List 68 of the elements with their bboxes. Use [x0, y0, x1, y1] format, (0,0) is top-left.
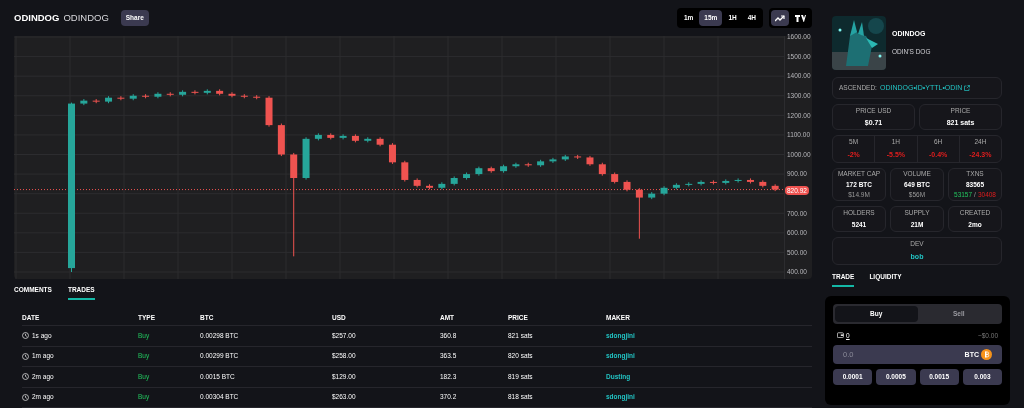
tv-logo-icon — [795, 14, 806, 22]
candle — [635, 187, 643, 240]
clock-icon — [22, 352, 29, 360]
bitcoin-coin-icon — [981, 349, 992, 361]
candle — [339, 134, 347, 141]
candle — [240, 93, 248, 100]
candle — [574, 154, 582, 160]
external-link-icon — [964, 85, 971, 91]
candle — [166, 91, 174, 98]
candle — [117, 95, 125, 101]
candle — [746, 178, 754, 185]
candle — [672, 183, 680, 191]
candle — [611, 172, 619, 185]
candle — [253, 94, 261, 101]
candle — [277, 123, 285, 157]
candle — [216, 89, 224, 97]
candle — [265, 95, 273, 128]
candle — [512, 162, 520, 169]
candle — [660, 186, 668, 196]
candle — [228, 91, 236, 99]
candle — [179, 90, 187, 98]
candle — [203, 89, 211, 96]
candle — [401, 160, 409, 183]
candle — [92, 98, 100, 104]
candle — [685, 182, 693, 188]
candle — [80, 98, 88, 106]
chart-type-button[interactable] — [771, 10, 789, 26]
candle — [524, 162, 532, 168]
candle — [142, 93, 150, 100]
candle — [376, 137, 384, 148]
candle — [537, 159, 545, 168]
candle — [327, 133, 335, 141]
token-ticker: ODINDOG — [14, 11, 60, 25]
candle — [549, 157, 557, 164]
clock-icon — [22, 393, 29, 401]
candle — [105, 95, 113, 104]
wallet-icon — [837, 332, 844, 339]
candle — [648, 191, 656, 200]
candle — [586, 155, 594, 167]
clock-icon — [22, 332, 29, 340]
candle — [302, 137, 310, 181]
candle — [413, 178, 421, 189]
candle — [722, 179, 730, 186]
candle — [314, 133, 322, 142]
candle — [191, 90, 199, 96]
candle — [388, 142, 396, 165]
candle — [487, 166, 495, 174]
candle — [426, 184, 433, 191]
candle — [771, 184, 779, 192]
candle — [623, 180, 631, 193]
candle — [734, 178, 742, 184]
token-name: ODINDOG — [63, 11, 109, 25]
candle — [450, 176, 458, 187]
candle — [759, 180, 767, 189]
candle — [364, 137, 372, 144]
candle — [475, 166, 483, 177]
candle — [129, 93, 137, 101]
candle — [500, 164, 508, 174]
trend-line-icon — [775, 14, 785, 22]
candle — [463, 172, 471, 181]
candle — [351, 134, 359, 144]
candle — [561, 154, 569, 162]
candle — [598, 162, 606, 177]
candle — [438, 182, 446, 191]
candle — [154, 91, 162, 100]
candle — [697, 180, 705, 187]
clock-icon — [22, 373, 29, 381]
candle — [709, 180, 717, 186]
